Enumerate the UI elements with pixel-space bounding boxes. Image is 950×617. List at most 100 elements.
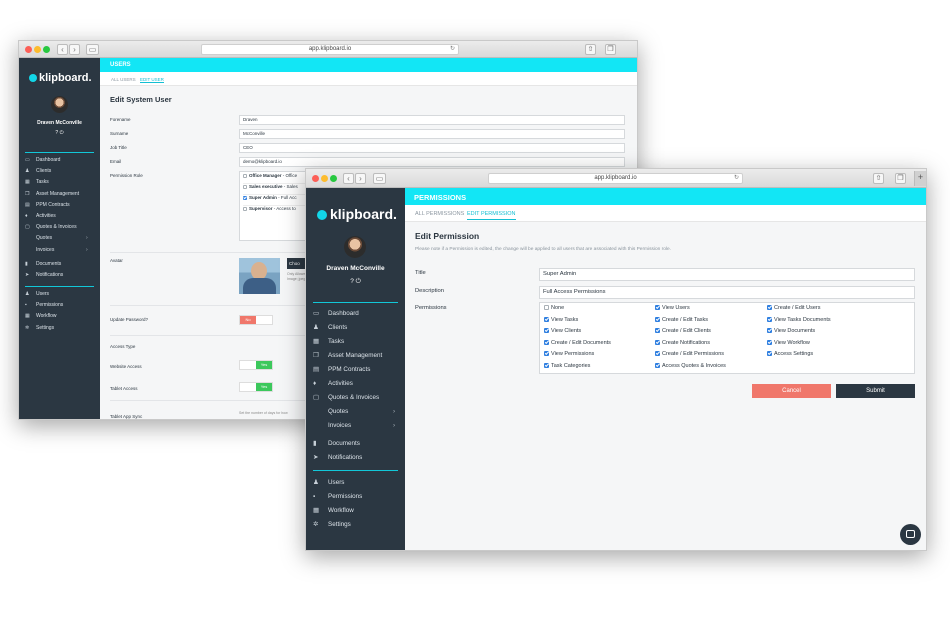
- description-input[interactable]: Full Access Permissions: [539, 286, 915, 299]
- back-arrow-icon[interactable]: ‹: [57, 44, 68, 55]
- sidebar-item-quotes-invoices[interactable]: ▢ Quotes & Invoices: [313, 394, 401, 408]
- reload-icon[interactable]: ↻: [450, 45, 455, 54]
- permission-checkbox-checked[interactable]: [767, 305, 772, 311]
- forward-arrow-icon[interactable]: ›: [69, 44, 80, 55]
- sidebar-item-users[interactable]: ♟ Users: [25, 291, 97, 302]
- sidebar-item-settings[interactable]: ✲ Settings: [25, 325, 97, 336]
- permission-view-tasks[interactable]: View Tasks: [544, 317, 578, 323]
- back-arrow-icon[interactable]: ‹: [343, 173, 354, 184]
- permission-checkbox-checked[interactable]: [655, 351, 660, 357]
- permission-create-notifications[interactable]: Create Notifications: [655, 340, 710, 346]
- sidebar-item-workflow[interactable]: ▦ Workflow: [25, 313, 97, 324]
- permission-view-users[interactable]: View Users: [655, 305, 690, 311]
- permission-view-permissions[interactable]: View Permissions: [544, 351, 594, 357]
- user-actions[interactable]: ? ⏻: [19, 130, 100, 136]
- maximize-window-button[interactable]: [330, 175, 337, 182]
- sidebar-item-quotes-invoices[interactable]: ▢ Quotes & Invoices: [25, 224, 97, 235]
- sidebar-toggle-icon[interactable]: ▭: [86, 44, 99, 55]
- tab-all-permissions[interactable]: ALL PERMISSIONS: [415, 211, 464, 217]
- tabs-overview-icon[interactable]: ❐: [895, 173, 906, 184]
- sidebar-item-dashboard[interactable]: ▭ Dashboard: [25, 157, 97, 168]
- sidebar-item-clients[interactable]: ♟ Clients: [313, 324, 401, 338]
- tab-edit-permission[interactable]: EDIT PERMISSION: [467, 211, 516, 220]
- sidebar-item-invoices[interactable]: Invoices ›: [25, 247, 97, 258]
- permission-access-quotes-invoices[interactable]: Access Quotes & Invoices: [655, 363, 726, 369]
- sidebar-item-tasks[interactable]: ▦ Tasks: [313, 338, 401, 352]
- sidebar-item-quotes[interactable]: Quotes ›: [25, 235, 97, 246]
- email-input[interactable]: demo@klipboard.io: [239, 157, 625, 167]
- permission-checkbox-checked[interactable]: [544, 362, 549, 368]
- sidebar-item-clients[interactable]: ♟ Clients: [25, 168, 97, 179]
- permission-checkbox-checked[interactable]: [767, 328, 772, 334]
- permission-checkbox-checked[interactable]: [544, 316, 549, 322]
- permission-checkbox-checked[interactable]: [767, 339, 772, 345]
- tabs-overview-icon[interactable]: ❐: [605, 44, 616, 55]
- permission-checkbox-checked[interactable]: [655, 339, 660, 345]
- surname-input[interactable]: McConville: [239, 129, 625, 139]
- minimize-window-button[interactable]: [34, 46, 41, 53]
- sidebar-item-documents[interactable]: ▮ Documents: [313, 440, 401, 454]
- reload-icon[interactable]: ↻: [734, 174, 739, 183]
- close-window-button[interactable]: [312, 175, 319, 182]
- permission-checkbox-checked[interactable]: [655, 362, 660, 368]
- permission-checkbox[interactable]: [544, 305, 549, 311]
- sidebar-item-activities[interactable]: ♦ Activities: [25, 213, 97, 224]
- permission-checkbox-checked[interactable]: [655, 316, 660, 322]
- chat-widget-button[interactable]: [900, 524, 921, 545]
- sidebar-item-workflow[interactable]: ▦ Workflow: [313, 507, 401, 521]
- sidebar-item-ppm-contracts[interactable]: ▤ PPM Contracts: [25, 202, 97, 213]
- permission-none[interactable]: None: [544, 305, 564, 311]
- permission-access-settings[interactable]: Access Settings: [767, 351, 813, 357]
- permission-task-categories[interactable]: Task Categories: [544, 363, 590, 369]
- forward-arrow-icon[interactable]: ›: [355, 173, 366, 184]
- permission-view-workflow[interactable]: View Workflow: [767, 340, 810, 346]
- sidebar-item-permissions[interactable]: ▪ Permissions: [313, 493, 401, 507]
- permission-checkbox-checked[interactable]: [767, 316, 772, 322]
- permission-create-edit-tasks[interactable]: Create / Edit Tasks: [655, 317, 708, 323]
- role-checkbox-checked[interactable]: [243, 195, 247, 200]
- update-password-toggle[interactable]: No: [239, 315, 273, 325]
- permission-checkbox-checked[interactable]: [655, 305, 660, 311]
- permission-checkbox-checked[interactable]: [767, 351, 772, 357]
- sidebar-item-users[interactable]: ♟ Users: [313, 479, 401, 493]
- permission-create-edit-users[interactable]: Create / Edit Users: [767, 305, 820, 311]
- minimize-window-button[interactable]: [321, 175, 328, 182]
- new-tab-button[interactable]: +: [914, 171, 926, 186]
- share-icon[interactable]: ⇧: [873, 173, 884, 184]
- user-actions[interactable]: ? ⏻: [306, 278, 405, 286]
- sidebar-item-asset-management[interactable]: ❐ Asset Management: [25, 191, 97, 202]
- share-icon[interactable]: ⇧: [585, 44, 596, 55]
- sidebar-item-settings[interactable]: ✲ Settings: [313, 521, 401, 535]
- sidebar-item-quotes[interactable]: Quotes ›: [313, 408, 401, 422]
- permission-create-edit-permissions[interactable]: Create / Edit Permissions: [655, 351, 724, 357]
- submit-button[interactable]: Submit: [836, 384, 915, 398]
- sidebar-item-notifications[interactable]: ➤ Notifications: [25, 272, 97, 283]
- address-bar[interactable]: app.klipboard.io ↻: [201, 44, 459, 55]
- sidebar-item-permissions[interactable]: ▪ Permissions: [25, 302, 97, 313]
- sidebar-item-dashboard[interactable]: ▭ Dashboard: [313, 310, 401, 324]
- cancel-button[interactable]: Cancel: [752, 384, 831, 398]
- job-title-input[interactable]: CEO: [239, 143, 625, 153]
- sidebar-item-asset-management[interactable]: ❐ Asset Management: [313, 352, 401, 366]
- sidebar-item-documents[interactable]: ▮ Documents: [25, 261, 97, 272]
- forename-input[interactable]: Draven: [239, 115, 625, 125]
- permission-create-edit-documents[interactable]: Create / Edit Documents: [544, 340, 611, 346]
- role-checkbox[interactable]: [243, 206, 247, 211]
- role-checkbox[interactable]: [243, 184, 247, 189]
- permission-create-edit-clients[interactable]: Create / Edit Clients: [655, 328, 711, 334]
- tab-all-users[interactable]: ALL USERS: [111, 77, 136, 82]
- choose-file-button[interactable]: Choo: [287, 258, 307, 269]
- address-bar[interactable]: app.klipboard.io ↻: [488, 173, 743, 184]
- permission-checkbox-checked[interactable]: [655, 328, 660, 334]
- sidebar-item-tasks[interactable]: ▦ Tasks: [25, 179, 97, 190]
- close-window-button[interactable]: [25, 46, 32, 53]
- permission-checkbox-checked[interactable]: [544, 351, 549, 357]
- sidebar-item-invoices[interactable]: Invoices ›: [313, 422, 401, 436]
- tab-edit-user[interactable]: EDIT USER: [140, 77, 164, 83]
- sidebar-toggle-icon[interactable]: ▭: [373, 173, 386, 184]
- website-access-toggle[interactable]: Yes: [239, 360, 273, 370]
- title-input[interactable]: Super Admin: [539, 268, 915, 281]
- sidebar-item-activities[interactable]: ♦ Activities: [313, 380, 401, 394]
- tablet-access-toggle[interactable]: Yes: [239, 382, 273, 392]
- permission-view-tasks-documents[interactable]: View Tasks Documents: [767, 317, 831, 323]
